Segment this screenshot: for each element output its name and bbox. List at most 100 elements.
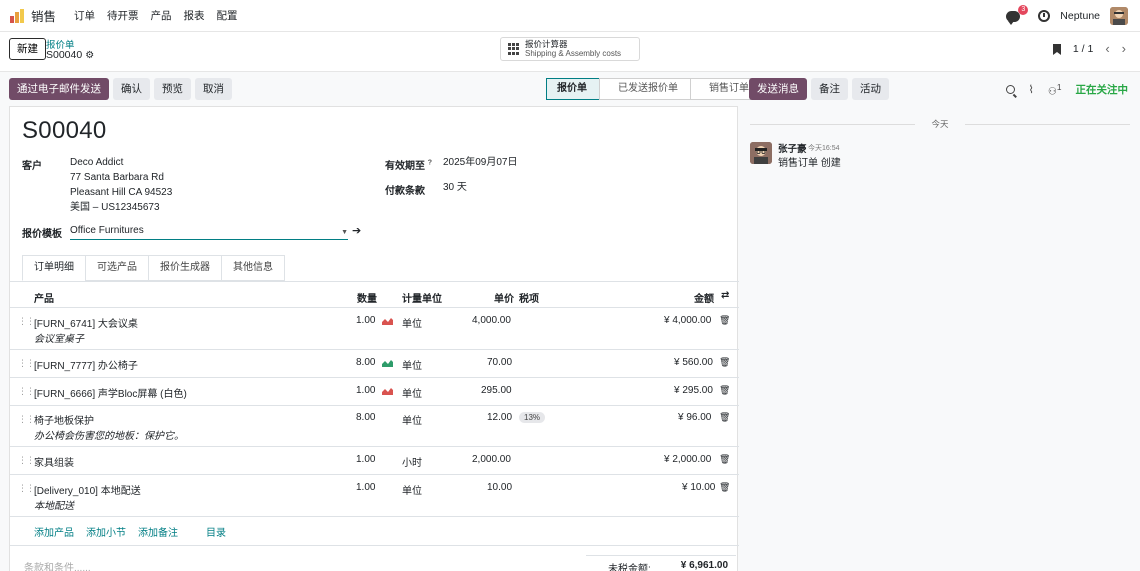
row-uom[interactable]: 小时	[402, 454, 422, 469]
row-product[interactable]: [FURN_7777] 办公椅子	[34, 357, 138, 372]
table-row[interactable]: ⋮⋮ [FURN_7777] 办公椅子 8.00 单位 70.00 ¥ 560.…	[10, 350, 739, 378]
header-uom[interactable]: 计量单位	[402, 290, 442, 305]
add-section-link[interactable]: 添加小节	[86, 524, 126, 539]
menu-configuration[interactable]: 配置	[217, 8, 238, 23]
app-name[interactable]: 销售	[31, 6, 56, 25]
expiration-field[interactable]: 2025年09月07日	[443, 155, 518, 170]
row-unit-price[interactable]: 295.00	[481, 385, 512, 396]
trash-icon[interactable]: 🗑	[719, 315, 730, 326]
tab-other-info[interactable]: 其他信息	[221, 255, 285, 281]
chevron-left-icon[interactable]: ‹	[1105, 42, 1109, 55]
menu-reporting[interactable]: 报表	[184, 8, 205, 23]
add-note-link[interactable]: 添加备注	[138, 524, 178, 539]
send-by-email-button[interactable]: 通过电子邮件发送	[9, 78, 109, 100]
drag-handle-icon[interactable]: ⋮⋮	[18, 386, 35, 397]
trash-icon[interactable]: 🗑	[719, 454, 730, 465]
table-row[interactable]: ⋮⋮ [FURN_6741] 大会议桌 会议室桌子 1.00 单位 4,000.…	[10, 308, 739, 350]
row-unit-price[interactable]: 12.00	[487, 412, 512, 423]
chevron-right-icon[interactable]: ›	[1122, 42, 1126, 55]
menu-orders[interactable]: 订单	[74, 8, 95, 23]
row-uom[interactable]: 单位	[402, 315, 422, 330]
cancel-button[interactable]: 取消	[195, 78, 232, 100]
followers-icon[interactable]: ⚇1	[1048, 82, 1062, 97]
search-icon[interactable]	[1005, 85, 1015, 95]
quotation-calculator-button[interactable]: 报价计算器 Shipping & Assembly costs	[500, 37, 640, 61]
column-settings-icon[interactable]: ⇄	[721, 290, 729, 301]
header-quantity[interactable]: 数量	[357, 290, 377, 305]
customer-field[interactable]: Deco Addict 77 Santa Barbara Rd Pleasant…	[70, 155, 172, 215]
row-product[interactable]: [FURN_6741] 大会议桌	[34, 315, 138, 330]
table-row[interactable]: ⋮⋮ 椅子地板保护 办公椅会伤害您的地板：保护它。 8.00 单位 12.00 …	[10, 406, 739, 447]
drag-handle-icon[interactable]: ⋮⋮	[18, 316, 35, 327]
forecast-chart-icon[interactable]	[382, 387, 393, 395]
log-note-button[interactable]: 备注	[811, 78, 848, 100]
drag-handle-icon[interactable]: ⋮⋮	[18, 455, 35, 466]
forecast-chart-icon[interactable]	[382, 359, 393, 367]
row-unit-price[interactable]: 70.00	[487, 357, 512, 368]
header-product[interactable]: 产品	[34, 290, 54, 305]
catalog-link[interactable]: 目录	[206, 524, 226, 539]
pager-value[interactable]: 1 / 1	[1073, 43, 1093, 55]
tab-optional-products[interactable]: 可选产品	[85, 255, 148, 281]
drag-handle-icon[interactable]: ⋮⋮	[18, 414, 35, 425]
row-description[interactable]: 会议室桌子	[34, 330, 84, 345]
bookmark-icon[interactable]	[1052, 43, 1061, 55]
chat-icon[interactable]: 3	[1006, 4, 1029, 25]
row-quantity[interactable]: 8.00	[356, 357, 375, 368]
tax-badge[interactable]: 13%	[519, 412, 546, 423]
row-product[interactable]: [FURN_6666] 声学Bloc屏幕 (白色)	[34, 385, 187, 400]
tab-quote-builder[interactable]: 报价生成器	[148, 255, 221, 281]
row-quantity[interactable]: 1.00	[356, 454, 375, 465]
activity-button[interactable]: 活动	[852, 78, 889, 100]
drag-handle-icon[interactable]: ⋮⋮	[18, 483, 35, 494]
row-uom[interactable]: 单位	[402, 412, 422, 427]
menu-to-invoice[interactable]: 待开票	[107, 8, 139, 23]
terms-conditions-field[interactable]: 条款和条件......	[24, 559, 91, 571]
table-row[interactable]: ⋮⋮ 家具组装 1.00 小时 2,000.00 ¥ 2,000.00 🗑	[10, 447, 739, 475]
stage-quotation-sent[interactable]: 已发送报价单	[599, 78, 691, 100]
row-product[interactable]: [Delivery_010] 本地配送	[34, 482, 141, 497]
row-quantity[interactable]: 1.00	[356, 315, 375, 326]
help-icon[interactable]: ?	[428, 160, 432, 167]
row-product[interactable]: 家具组装	[34, 454, 74, 469]
row-quantity[interactable]: 1.00	[356, 385, 375, 396]
trash-icon[interactable]: 🗑	[719, 385, 730, 396]
payment-terms-field[interactable]: 30 天	[443, 180, 467, 195]
header-taxes[interactable]: 税项	[519, 290, 539, 305]
confirm-button[interactable]: 确认	[113, 78, 150, 100]
tab-order-lines[interactable]: 订单明细	[22, 255, 85, 281]
menu-products[interactable]: 产品	[151, 8, 172, 23]
row-uom[interactable]: 单位	[402, 385, 422, 400]
arrow-right-icon[interactable]: ➔	[352, 224, 361, 237]
company-name[interactable]: Neptune	[1060, 10, 1100, 22]
gear-icon[interactable]: ⚙	[85, 50, 94, 61]
row-description[interactable]: 本地配送	[34, 497, 74, 512]
row-uom[interactable]: 单位	[402, 357, 422, 372]
forecast-chart-icon[interactable]	[382, 317, 393, 325]
trash-icon[interactable]: 🗑	[719, 482, 730, 493]
caret-down-icon[interactable]: ▼	[341, 226, 348, 240]
sales-app-icon[interactable]	[10, 8, 24, 23]
following-status[interactable]: 正在关注中	[1076, 82, 1129, 97]
user-avatar[interactable]	[1110, 7, 1128, 25]
row-description[interactable]: 办公椅会伤害您的地板：保护它。	[34, 427, 184, 442]
row-quantity[interactable]: 8.00	[356, 412, 375, 423]
row-product[interactable]: 椅子地板保护	[34, 412, 94, 427]
row-unit-price[interactable]: 4,000.00	[472, 315, 511, 326]
send-message-button[interactable]: 发送消息	[749, 78, 807, 100]
row-unit-price[interactable]: 2,000.00	[472, 454, 511, 465]
row-unit-price[interactable]: 10.00	[487, 482, 512, 493]
author-avatar[interactable]	[750, 142, 772, 164]
drag-handle-icon[interactable]: ⋮⋮	[18, 358, 35, 369]
trash-icon[interactable]: 🗑	[719, 412, 730, 423]
message-author[interactable]: 张子豪	[778, 141, 807, 155]
preview-button[interactable]: 预览	[154, 78, 191, 100]
header-unit-price[interactable]: 单价	[494, 290, 514, 305]
quotation-template-input[interactable]: Office Furnitures ▼	[70, 224, 348, 240]
activity-clock-icon[interactable]	[1038, 10, 1051, 22]
table-row[interactable]: ⋮⋮ [FURN_6666] 声学Bloc屏幕 (白色) 1.00 单位 295…	[10, 378, 739, 406]
new-button[interactable]: 新建	[9, 38, 46, 60]
table-row[interactable]: ⋮⋮ [Delivery_010] 本地配送 本地配送 1.00 单位 10.0…	[10, 475, 739, 517]
add-product-link[interactable]: 添加产品	[34, 524, 74, 539]
trash-icon[interactable]: 🗑	[719, 357, 730, 368]
